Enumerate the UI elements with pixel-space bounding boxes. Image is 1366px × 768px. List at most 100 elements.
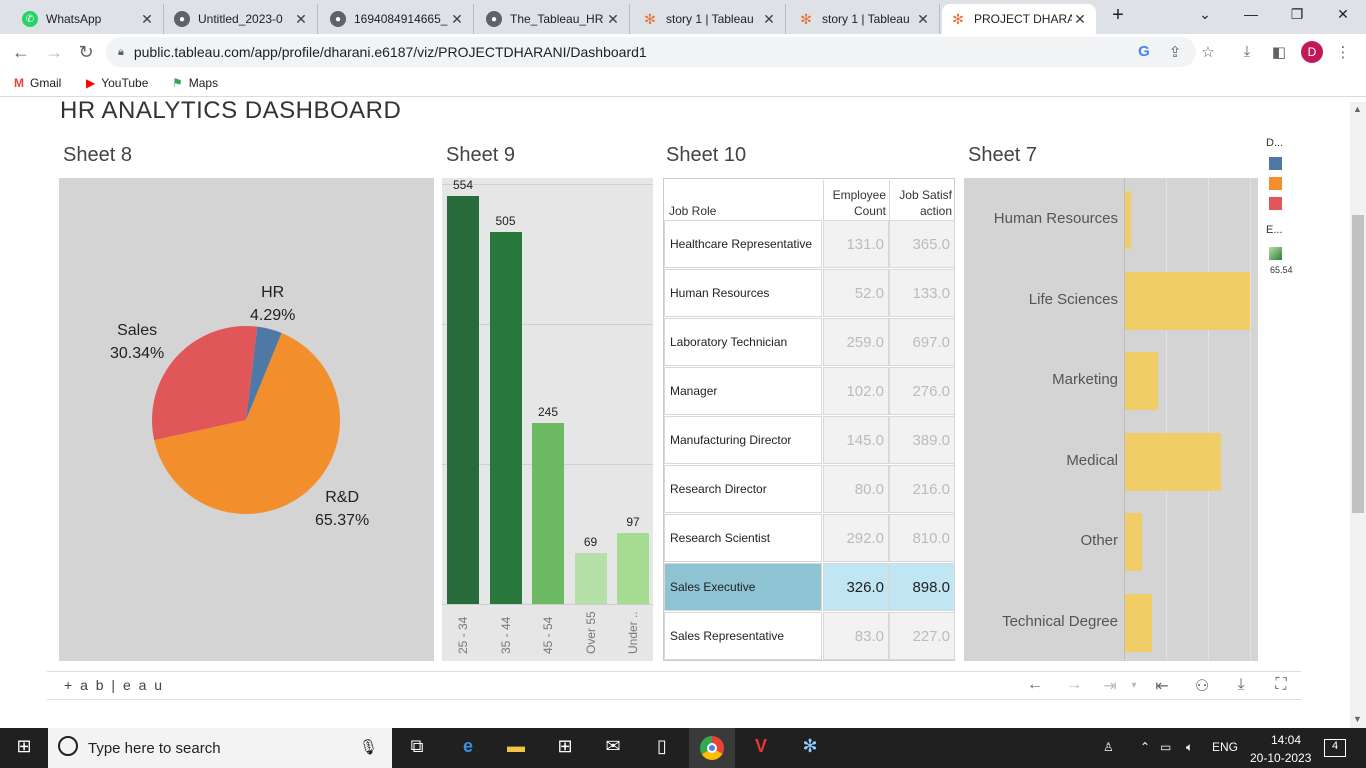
table-cell-employee-count[interactable]: 131.0	[823, 220, 889, 268]
clock-time[interactable]: 14:04	[1263, 733, 1309, 747]
table-row-role[interactable]: Research Scientist	[664, 514, 822, 562]
table-cell-employee-count[interactable]: 145.0	[823, 416, 889, 464]
legend-swatch-sales[interactable]	[1269, 197, 1282, 210]
legend-color-ramp[interactable]	[1269, 247, 1282, 260]
close-icon[interactable]: ✕	[761, 11, 777, 28]
bookmark-star-icon[interactable]: ☆	[1198, 43, 1218, 61]
table-cell-employee-count[interactable]: 292.0	[823, 514, 889, 562]
people-icon[interactable]: ♙	[1103, 740, 1114, 754]
scroll-up-icon[interactable]: ▲	[1353, 104, 1362, 114]
education-field-bar[interactable]	[1125, 191, 1131, 250]
task-view-icon[interactable]: ⧉	[404, 736, 430, 760]
back-icon[interactable]: ←	[10, 42, 32, 63]
tab-story-2[interactable]: ✻ story 1 | Tableau ✕	[790, 4, 940, 34]
age-bar[interactable]	[617, 532, 649, 604]
reload-icon[interactable]: ↻	[75, 42, 97, 63]
minimize-icon[interactable]: —	[1241, 6, 1261, 22]
window-close-icon[interactable]: ✕	[1333, 6, 1353, 23]
legend-swatch-rd[interactable]	[1269, 177, 1282, 190]
address-bar[interactable]: 🔒︎ public.tableau.com/app/profile/dharan…	[106, 37, 1196, 67]
close-icon[interactable]: ✕	[139, 11, 155, 28]
scroll-down-icon[interactable]: ▼	[1353, 714, 1362, 724]
tab-whatsapp[interactable]: ✆ WhatsApp ✕	[14, 4, 164, 34]
col-header-job-satisfaction[interactable]: Job Satisf action	[889, 180, 955, 220]
table-row-role[interactable]: Human Resources	[664, 269, 822, 317]
profile-avatar[interactable]: D	[1301, 41, 1323, 63]
bookmark-gmail[interactable]: M Gmail	[14, 76, 61, 90]
table-cell-job-satisfaction[interactable]: 898.0	[889, 563, 955, 611]
tableau-app-icon[interactable]: ✻	[797, 736, 823, 760]
table-row-role[interactable]: Healthcare Representative	[664, 220, 822, 268]
fullscreen-icon[interactable]: ⛶	[1271, 676, 1291, 694]
table-cell-employee-count[interactable]: 326.0	[823, 563, 889, 611]
tableau-logo[interactable]: + a b | e a u	[64, 677, 164, 693]
table-cell-job-satisfaction[interactable]: 389.0	[889, 416, 955, 464]
legend-swatch-hr[interactable]	[1269, 157, 1282, 170]
table-cell-employee-count[interactable]: 83.0	[823, 612, 889, 660]
chrome-taskbar-active[interactable]	[689, 728, 735, 768]
tab-search-icon[interactable]: ⌄	[1195, 6, 1215, 23]
table-cell-job-satisfaction[interactable]: 216.0	[889, 465, 955, 513]
table-row-role[interactable]: Manufacturing Director	[664, 416, 822, 464]
microphone-icon[interactable]: 🎙︎	[359, 738, 378, 756]
download-icon[interactable]: ⤓	[1237, 43, 1257, 60]
revert-dropdown-icon[interactable]: ▾	[1124, 680, 1144, 691]
share-icon[interactable]: ⇪	[1165, 43, 1185, 61]
table-cell-job-satisfaction[interactable]: 276.0	[889, 367, 955, 415]
table-cell-job-satisfaction[interactable]: 133.0	[889, 269, 955, 317]
close-icon[interactable]: ✕	[605, 11, 621, 28]
tab-story-1[interactable]: ✻ story 1 | Tableau ✕	[634, 4, 786, 34]
new-tab-button[interactable]: +	[1108, 4, 1128, 27]
google-translate-icon[interactable]: G	[1134, 43, 1154, 60]
store-icon[interactable]: ⊞	[552, 736, 578, 760]
tab-untitled[interactable]: ● Untitled_2023-0 ✕	[166, 4, 318, 34]
undo-icon[interactable]: ←	[1025, 676, 1045, 694]
table-row-role[interactable]: Sales Representative	[664, 612, 822, 660]
age-bar[interactable]	[532, 423, 564, 604]
table-cell-employee-count[interactable]: 102.0	[823, 367, 889, 415]
table-row-role[interactable]: Laboratory Technician	[664, 318, 822, 366]
education-field-bar[interactable]	[1125, 271, 1251, 330]
table-row-role[interactable]: Manager	[664, 367, 822, 415]
close-icon[interactable]: ✕	[449, 11, 465, 28]
file-explorer-icon[interactable]: ▬	[503, 736, 529, 760]
tray-expand-icon[interactable]: ⌃	[1140, 740, 1150, 754]
col-header-employee-count[interactable]: Employee Count	[823, 180, 889, 220]
file-icon[interactable]: ▯	[649, 736, 675, 760]
table-cell-job-satisfaction[interactable]: 365.0	[889, 220, 955, 268]
edge-icon[interactable]: e	[455, 736, 481, 760]
department-pie-chart[interactable]	[59, 178, 434, 661]
vlc-v-icon[interactable]: V	[748, 736, 774, 760]
table-cell-job-satisfaction[interactable]: 697.0	[889, 318, 955, 366]
table-cell-employee-count[interactable]: 259.0	[823, 318, 889, 366]
age-bar[interactable]	[447, 195, 479, 604]
education-field-bar[interactable]	[1125, 352, 1158, 411]
table-cell-job-satisfaction[interactable]: 227.0	[889, 612, 955, 660]
age-bar[interactable]	[574, 553, 607, 604]
taskbar-search-box[interactable]: Type here to search 🎙︎	[48, 728, 392, 768]
close-icon[interactable]: ✕	[293, 11, 309, 28]
notification-icon[interactable]: 4	[1324, 739, 1346, 757]
education-field-bar[interactable]	[1125, 432, 1221, 491]
education-field-bar[interactable]	[1125, 593, 1153, 652]
bookmark-maps[interactable]: ⚑ Maps	[172, 76, 218, 90]
download-icon[interactable]: ⤓	[1231, 676, 1251, 694]
close-icon[interactable]: ✕	[915, 11, 931, 28]
age-bar[interactable]	[489, 231, 522, 604]
windows-start-icon[interactable]: ⊞	[11, 736, 37, 760]
table-cell-employee-count[interactable]: 52.0	[823, 269, 889, 317]
language-indicator[interactable]: ENG	[1212, 740, 1238, 754]
scrollbar-thumb[interactable]	[1352, 215, 1364, 513]
tab-tableau-hr[interactable]: ● The_Tableau_HR ✕	[478, 4, 630, 34]
tab-project-dharani[interactable]: ✻ PROJECT DHARA ✕	[942, 4, 1096, 34]
side-panel-icon[interactable]: ◧	[1269, 43, 1289, 61]
restore-icon[interactable]: ❐	[1287, 6, 1307, 23]
tab-file[interactable]: ● 1694084914665_ ✕	[322, 4, 474, 34]
volume-icon[interactable]: 🔈︎	[1186, 740, 1193, 755]
revert-icon[interactable]: ⇥	[1100, 676, 1120, 696]
table-cell-employee-count[interactable]: 80.0	[823, 465, 889, 513]
table-row-role[interactable]: Research Director	[664, 465, 822, 513]
menu-kebab-icon[interactable]: ⋮	[1333, 43, 1353, 61]
close-icon[interactable]: ✕	[1072, 11, 1088, 28]
table-cell-job-satisfaction[interactable]: 810.0	[889, 514, 955, 562]
